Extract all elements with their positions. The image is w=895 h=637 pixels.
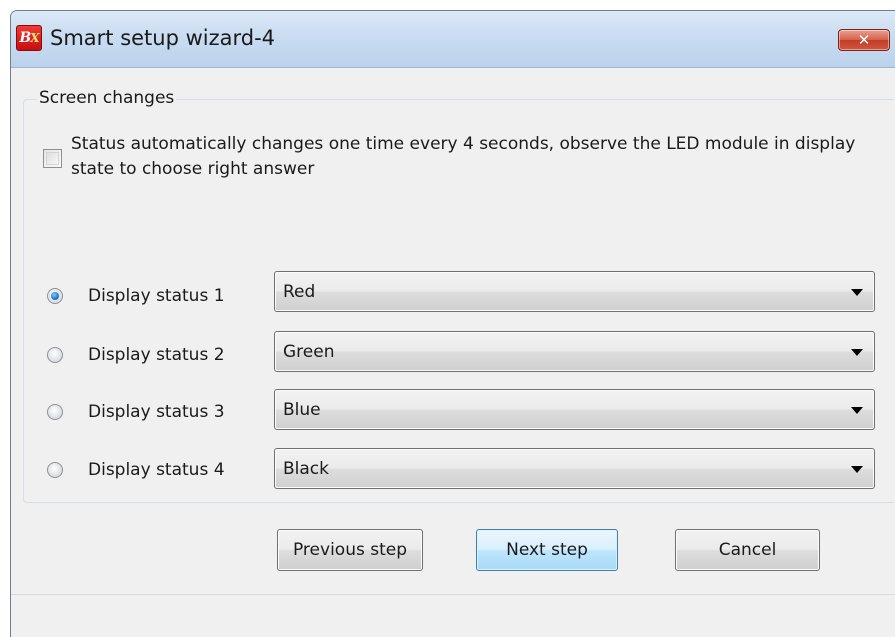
display-status-3-label[interactable]: Display status 3 — [88, 402, 225, 422]
next-step-button[interactable]: Next step — [476, 529, 618, 571]
select-value: Black — [283, 459, 329, 479]
select-value: Green — [283, 342, 335, 362]
cancel-button[interactable]: Cancel — [675, 529, 820, 571]
previous-step-button[interactable]: Previous step — [277, 529, 423, 571]
display-status-4-select[interactable]: Black — [274, 448, 875, 489]
bx-logo-icon: BX — [16, 25, 42, 51]
select-value: Red — [283, 282, 316, 302]
chevron-down-icon — [851, 349, 863, 356]
window-title: Smart setup wizard-4 — [50, 26, 276, 50]
footer-area — [11, 594, 895, 637]
chevron-down-icon — [851, 407, 863, 414]
display-status-3-select[interactable]: Blue — [274, 389, 875, 430]
display-status-1-select[interactable]: Red — [274, 271, 875, 312]
display-status-1-label[interactable]: Display status 1 — [88, 286, 225, 306]
display-status-4-label[interactable]: Display status 4 — [88, 460, 225, 480]
close-button[interactable]: ✕ — [838, 29, 890, 51]
auto-change-label[interactable]: Status automatically changes one time ev… — [71, 132, 891, 182]
display-status-2-label[interactable]: Display status 2 — [88, 345, 225, 365]
display-status-2-radio[interactable] — [47, 347, 63, 363]
display-status-1-radio[interactable] — [47, 288, 63, 304]
display-status-2-select[interactable]: Green — [274, 331, 875, 372]
title-bar[interactable]: BX Smart setup wizard-4 ✕ — [11, 11, 895, 68]
display-status-4-radio[interactable] — [47, 462, 63, 478]
auto-change-checkbox[interactable] — [43, 149, 62, 168]
close-icon: ✕ — [857, 31, 871, 49]
wizard-window: BX Smart setup wizard-4 ✕ Screen changes… — [10, 10, 895, 637]
chevron-down-icon — [851, 289, 863, 296]
chevron-down-icon — [851, 466, 863, 473]
display-status-3-radio[interactable] — [47, 404, 63, 420]
select-value: Blue — [283, 400, 321, 420]
group-title: Screen changes — [37, 88, 177, 108]
